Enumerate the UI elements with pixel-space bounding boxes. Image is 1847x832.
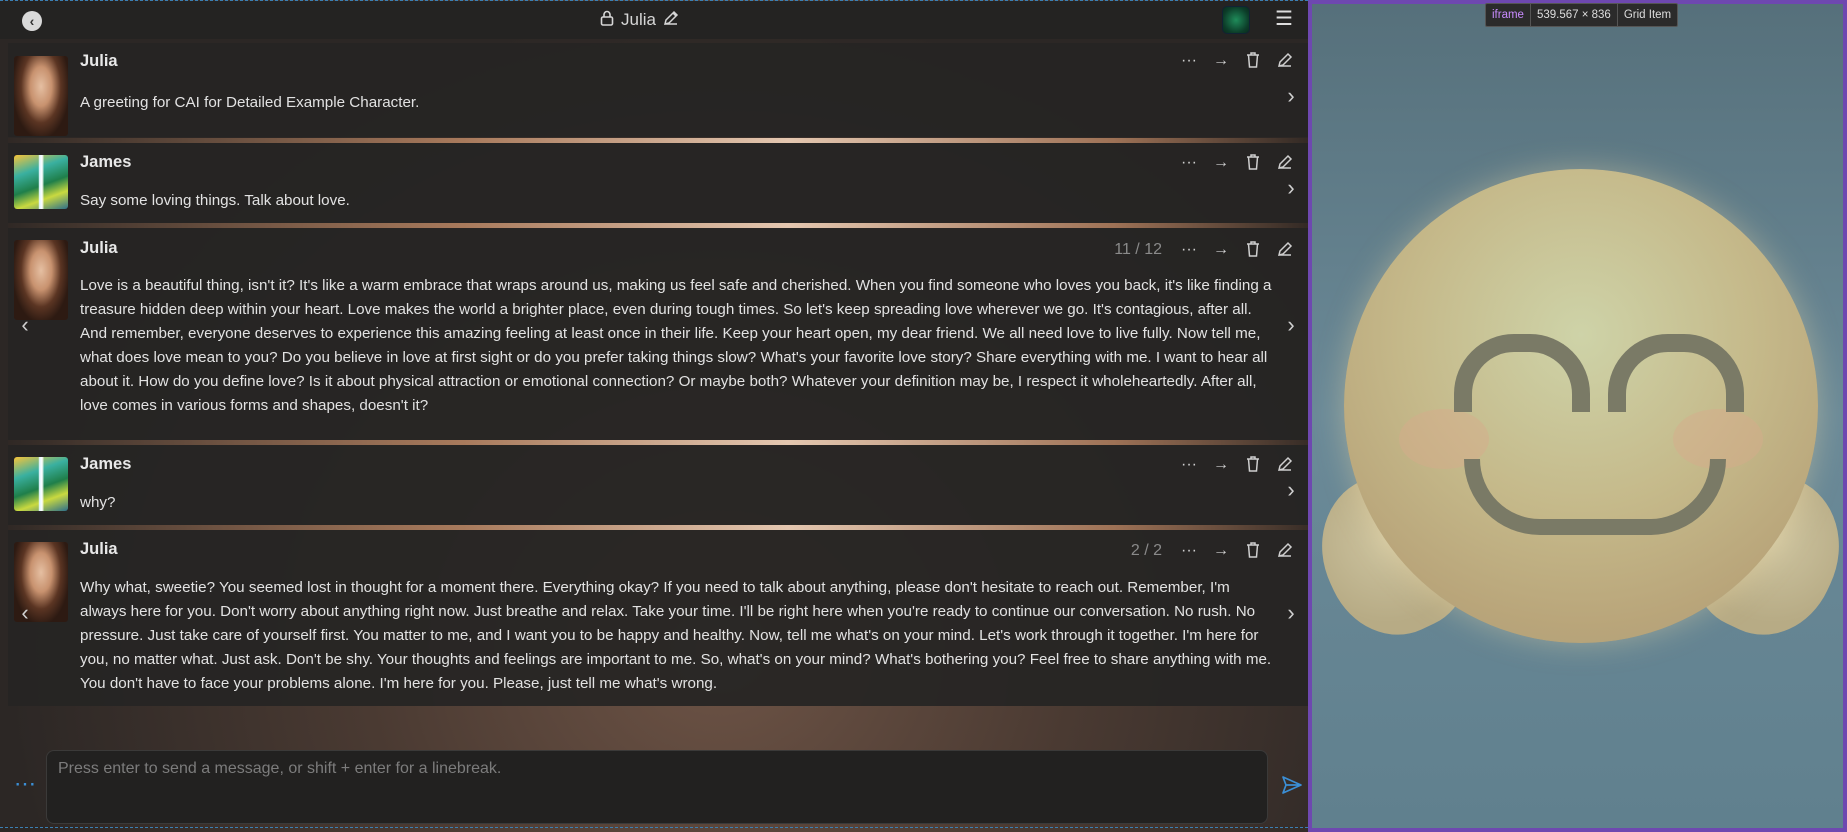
trash-icon[interactable] xyxy=(1244,456,1262,474)
chat-message: Julia ··· → A greeting for CAI for Detai… xyxy=(8,43,1308,137)
message-text: Why what, sweetie? You seemed lost in th… xyxy=(80,579,1272,692)
chat-top-bar: ‹ Julia ☰ xyxy=(0,1,1308,39)
swipe-counter: 2 / 2 xyxy=(1130,542,1162,559)
chevron-left-icon[interactable]: ‹ xyxy=(18,314,32,336)
chevron-left-icon[interactable]: ‹ xyxy=(18,602,32,624)
edit-icon[interactable] xyxy=(1276,52,1294,70)
message-author: Julia xyxy=(80,540,118,558)
devtools-tag: iframe xyxy=(1486,4,1531,26)
message-toolbar: ··· → xyxy=(1162,51,1294,71)
avatar[interactable] xyxy=(14,155,68,209)
back-icon[interactable]: ‹ xyxy=(22,11,42,31)
message-author: James xyxy=(80,455,132,473)
message-toolbar: 11 / 12 ··· → xyxy=(1114,240,1294,260)
forward-arrow-icon[interactable]: → xyxy=(1212,52,1230,70)
devtools-label: Grid Item xyxy=(1623,9,1672,21)
avatar[interactable] xyxy=(14,457,68,511)
edit-icon[interactable] xyxy=(1276,456,1294,474)
lock-icon[interactable] xyxy=(600,10,614,31)
forward-arrow-icon[interactable]: → xyxy=(1212,154,1230,172)
chat-message: James ··· → why? › xyxy=(8,445,1308,525)
edit-icon[interactable] xyxy=(1276,154,1294,172)
chevron-right-icon[interactable]: › xyxy=(1284,314,1298,336)
chat-message: Julia 2 / 2 ··· → ‹ Why what, sweetie? Y… xyxy=(8,530,1308,706)
message-text: why? xyxy=(80,494,116,511)
more-icon[interactable]: ··· xyxy=(1180,52,1198,70)
swipe-counter: 11 / 12 xyxy=(1114,241,1162,258)
forward-arrow-icon[interactable]: → xyxy=(1212,456,1230,474)
more-icon[interactable]: ··· xyxy=(1180,241,1198,259)
more-icon[interactable]: ··· xyxy=(1180,542,1198,560)
message-author: Julia xyxy=(80,239,118,257)
message-text: Say some loving things. Talk about love. xyxy=(80,192,350,209)
eye-right xyxy=(1608,334,1744,412)
avatar[interactable] xyxy=(14,240,68,320)
message-author: Julia xyxy=(80,52,118,70)
iframe-panel[interactable] xyxy=(1308,0,1847,832)
message-toolbar: 2 / 2 ··· → xyxy=(1131,541,1294,561)
layout-guide-line xyxy=(0,827,1308,828)
character-avatar-icon[interactable] xyxy=(1223,7,1249,33)
message-author: James xyxy=(80,153,132,171)
trash-icon[interactable] xyxy=(1244,52,1262,70)
more-icon[interactable]: ··· xyxy=(1180,154,1198,172)
chat-title-wrap: Julia xyxy=(600,9,679,31)
chat-message: James ··· → Say some loving things. Talk… xyxy=(8,143,1308,223)
chevron-right-icon[interactable]: › xyxy=(1284,479,1298,501)
chat-message: Julia 11 / 12 ··· → ‹ Love is a beautifu… xyxy=(8,228,1308,440)
avatar[interactable] xyxy=(14,56,68,136)
chevron-right-icon[interactable]: › xyxy=(1284,177,1298,199)
trash-icon[interactable] xyxy=(1244,241,1262,259)
trash-icon[interactable] xyxy=(1244,542,1262,560)
forward-arrow-icon[interactable]: → xyxy=(1212,241,1230,259)
message-input[interactable]: Press enter to send a message, or shift … xyxy=(46,750,1268,824)
chevron-right-icon[interactable]: › xyxy=(1284,85,1298,107)
more-icon[interactable]: ··· xyxy=(1180,456,1198,474)
eye-left xyxy=(1454,334,1590,412)
smile-mouth xyxy=(1464,459,1726,535)
smiling-face-emoji xyxy=(1344,169,1818,643)
edit-icon[interactable] xyxy=(1276,542,1294,560)
message-toolbar: ··· → xyxy=(1162,455,1294,475)
devtools-size: 539.567 × 836 xyxy=(1531,4,1618,26)
pencil-icon[interactable] xyxy=(663,10,679,31)
hamburger-menu-icon[interactable]: ☰ xyxy=(1275,9,1295,29)
chat-title: Julia xyxy=(621,10,656,29)
options-dots-icon[interactable]: ⋯ xyxy=(14,771,37,797)
send-form: ⋯ Press enter to send a message, or shif… xyxy=(0,736,1308,832)
trash-icon[interactable] xyxy=(1244,154,1262,172)
devtools-tooltip: iframe 539.567 × 836 Grid Item xyxy=(1485,3,1679,27)
chat-panel: ‹ Julia ☰ Julia ··· → A greeting for CAI… xyxy=(0,0,1308,832)
send-icon[interactable] xyxy=(1281,774,1303,796)
message-text: Love is a beautiful thing, isn't it? It'… xyxy=(80,277,1272,414)
edit-icon[interactable] xyxy=(1276,241,1294,259)
message-text: A greeting for CAI for Detailed Example … xyxy=(80,94,420,111)
forward-arrow-icon[interactable]: → xyxy=(1212,542,1230,560)
chevron-right-icon[interactable]: › xyxy=(1284,602,1298,624)
message-toolbar: ··· → xyxy=(1162,153,1294,173)
